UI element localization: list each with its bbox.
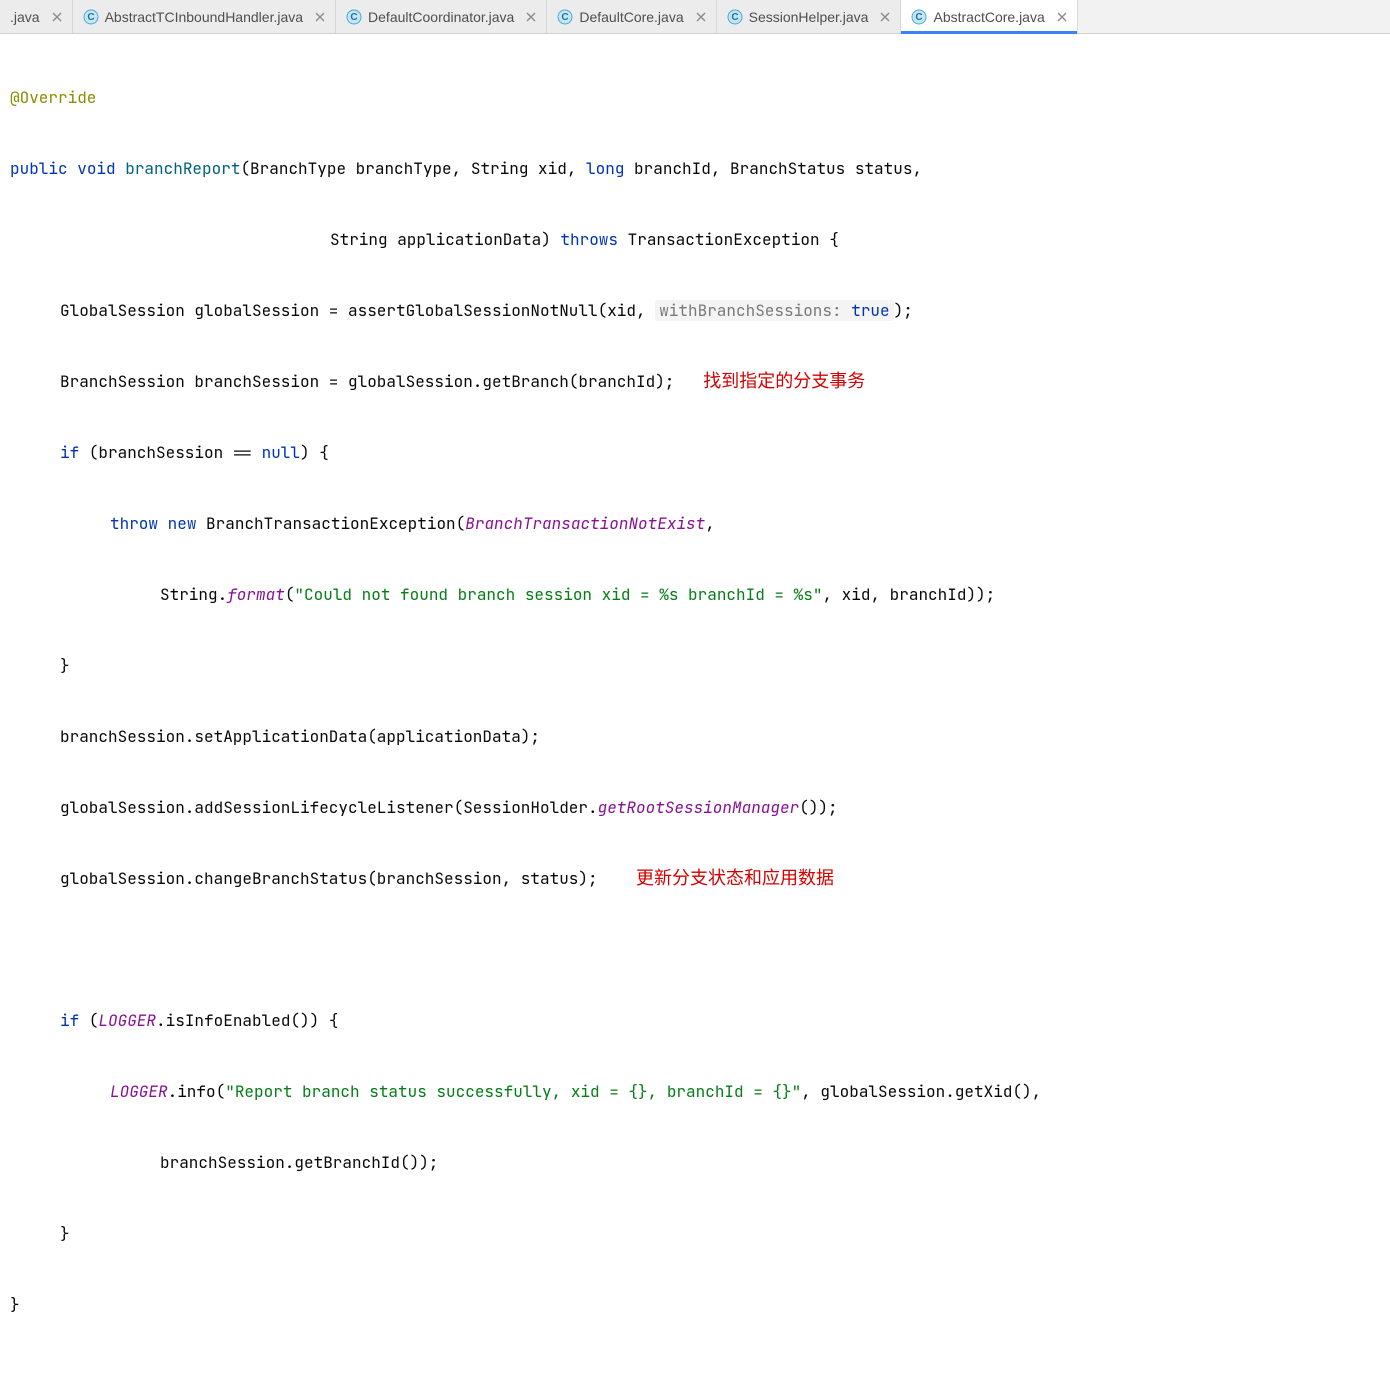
logger-info-open: .info( [168, 1081, 226, 1102]
kw-public: public [10, 158, 68, 179]
comment-update-status: 更新分支状态和应用数据 [636, 868, 834, 888]
if-cond-a: (branchSession == [79, 442, 261, 463]
static-format: format [227, 584, 285, 605]
logger-info-line2: branchSession.getBranchId()); [160, 1152, 438, 1173]
tab-label: DefaultCore.java [579, 9, 683, 25]
throw-comma: , [705, 513, 715, 534]
string-msg1: "Could not found branch session xid = %s… [294, 584, 822, 605]
class-icon: C [911, 9, 927, 25]
close-icon[interactable] [694, 10, 708, 24]
close-brace-method: } [10, 1294, 20, 1315]
string-class: String. [160, 584, 227, 605]
kw-new: new [168, 513, 197, 534]
code-line-setappdata: branchSession.setApplicationData(applica… [60, 726, 540, 747]
close-icon[interactable] [313, 10, 327, 24]
sig-part1: (BranchType branchType, String xid, [240, 158, 586, 179]
static-getrootsessionmanager: getRootSessionManager [598, 797, 800, 818]
sig-part4: TransactionException { [618, 229, 839, 250]
svg-text:C: C [916, 12, 923, 23]
tab-abstractcore[interactable]: C AbstractCore.java [901, 0, 1077, 33]
if-cond-b: ) { [300, 442, 329, 463]
tab-label: DefaultCoordinator.java [368, 9, 514, 25]
kw-if2: if [60, 1010, 79, 1031]
close-icon[interactable] [1055, 10, 1069, 24]
class-icon: C [557, 9, 573, 25]
tab-abstracttcinboundhandler[interactable]: C AbstractTCInboundHandler.java [73, 0, 336, 33]
logger-ref2: LOGGER [110, 1081, 168, 1102]
code-line-addlistener-a: globalSession.addSessionLifecycleListene… [60, 797, 598, 818]
logger-ref: LOGGER [98, 1010, 156, 1031]
kw-null: null [262, 442, 300, 463]
comment-find-branch: 找到指定的分支事务 [703, 371, 865, 391]
class-icon: C [83, 9, 99, 25]
kw-throws: throws [560, 229, 618, 250]
svg-text:C: C [562, 12, 569, 23]
tab-defaultcoordinator[interactable]: C DefaultCoordinator.java [336, 0, 547, 33]
editor-tabbar: .java C AbstractTCInboundHandler.java C … [0, 0, 1390, 34]
close-brace-if2: } [60, 1223, 70, 1244]
kw-if: if [60, 442, 79, 463]
kw-throw: throw [110, 513, 158, 534]
code-line-changebranchstatus: globalSession.changeBranchStatus(branchS… [60, 868, 598, 889]
code-line-addlistener-b: ()); [799, 797, 837, 818]
class-icon: C [346, 9, 362, 25]
format-open: ( [285, 584, 295, 605]
code-line-branchsession: BranchSession branchSession = globalSess… [60, 371, 674, 392]
svg-text:C: C [87, 12, 94, 23]
class-icon: C [727, 9, 743, 25]
annotation-override: @Override [10, 87, 96, 108]
tab-label: SessionHelper.java [749, 9, 869, 25]
enum-branchtransactionnotexist: BranchTransactionNotExist [465, 513, 705, 534]
if2-cond: .isInfoEnabled()) { [156, 1010, 338, 1031]
logger-info-args: , globalSession.getXid(), [801, 1081, 1041, 1102]
close-brace-if: } [60, 655, 70, 676]
if2-open: ( [79, 1010, 98, 1031]
string-msg2: "Report branch status successfully, xid … [225, 1081, 801, 1102]
throw-ctor: BranchTransactionException( [196, 513, 465, 534]
parameter-hint: withBranchSessions: true [655, 300, 893, 321]
code-editor[interactable]: @Override public void branchReport(Branc… [0, 34, 1390, 1374]
method-branchreport: branchReport [125, 158, 240, 179]
close-icon[interactable] [878, 10, 892, 24]
close-icon[interactable] [524, 10, 538, 24]
tab-label: AbstractTCInboundHandler.java [105, 9, 303, 25]
svg-text:C: C [350, 12, 357, 23]
svg-text:C: C [731, 12, 738, 23]
tab-java[interactable]: .java [0, 0, 73, 33]
close-icon[interactable] [50, 10, 64, 24]
kw-long: long [586, 158, 624, 179]
sig-part3: String applicationData) [330, 229, 560, 250]
tab-sessionhelper[interactable]: C SessionHelper.java [717, 0, 902, 33]
kw-void: void [77, 158, 115, 179]
code-closeparen: ); [894, 300, 913, 321]
tab-defaultcore[interactable]: C DefaultCore.java [547, 0, 716, 33]
sig-part2: branchId, BranchStatus status, [624, 158, 922, 179]
tab-label: AbstractCore.java [933, 9, 1044, 25]
tab-label: .java [10, 9, 40, 25]
code-line-globalsession: GlobalSession globalSession = assertGlob… [60, 300, 655, 321]
format-args: , xid, branchId)); [822, 584, 995, 605]
